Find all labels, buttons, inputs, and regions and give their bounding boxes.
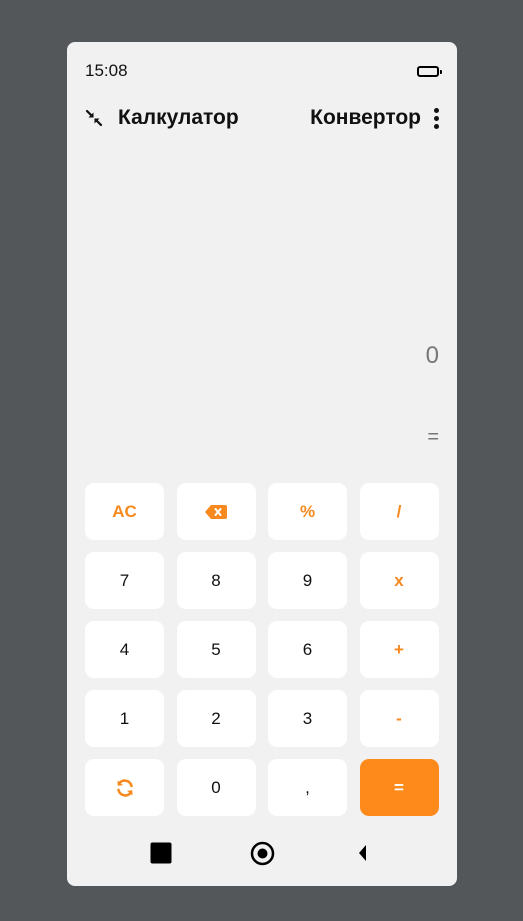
swap-button[interactable] (85, 759, 164, 816)
system-nav-bar (67, 840, 457, 866)
triangle-back-icon (359, 845, 366, 861)
recents-button[interactable] (148, 840, 174, 866)
digit-1-button[interactable]: 1 (85, 690, 164, 747)
digit-9-button[interactable]: 9 (268, 552, 347, 609)
battery-icon (417, 65, 442, 77)
square-icon (150, 842, 172, 864)
status-time: 15:08 (85, 61, 128, 80)
plus-button[interactable]: + (359, 621, 439, 678)
backspace-icon (205, 504, 227, 519)
phone-screen: 15:08 Калкулатор Конвертор 0 = AC % / 7 … (67, 42, 457, 886)
multiply-button[interactable]: x (359, 552, 439, 609)
circle-icon (250, 841, 274, 865)
equals-button[interactable]: = (359, 759, 439, 816)
status-bar: 15:08 (85, 60, 442, 82)
app-header: Калкулатор Конвертор (83, 102, 443, 134)
home-button[interactable] (249, 840, 275, 866)
menu-dot (433, 107, 439, 113)
digit-8-button[interactable]: 8 (176, 552, 256, 609)
clear-button[interactable]: AC (85, 483, 164, 540)
digit-7-button[interactable]: 7 (85, 552, 164, 609)
digit-5-button[interactable]: 5 (176, 621, 256, 678)
tab-calculator[interactable]: Калкулатор (118, 106, 239, 130)
display-equals-sign: = (427, 426, 439, 448)
display-value: 0 (425, 342, 439, 369)
collapse-arrows-icon[interactable] (83, 107, 105, 129)
comma-button[interactable]: , (268, 759, 347, 816)
digit-0-button[interactable]: 0 (176, 759, 256, 816)
digit-4-button[interactable]: 4 (85, 621, 164, 678)
digit-2-button[interactable]: 2 (176, 690, 256, 747)
divide-button[interactable]: / (359, 483, 439, 540)
digit-3-button[interactable]: 3 (268, 690, 347, 747)
more-vertical-icon[interactable] (429, 105, 443, 131)
percent-button[interactable]: % (268, 483, 347, 540)
menu-dot (433, 115, 439, 121)
minus-button[interactable]: - (359, 690, 439, 747)
back-button[interactable] (350, 840, 376, 866)
refresh-icon (116, 778, 133, 797)
backspace-button[interactable] (176, 483, 256, 540)
digit-6-button[interactable]: 6 (268, 621, 347, 678)
result-display: 0 (426, 342, 439, 370)
keypad: AC % / 7 8 9 x 4 5 6 + 1 2 3 - 0 , = (85, 483, 439, 816)
menu-dot (433, 123, 439, 129)
tab-converter[interactable]: Конвертор (310, 106, 421, 130)
